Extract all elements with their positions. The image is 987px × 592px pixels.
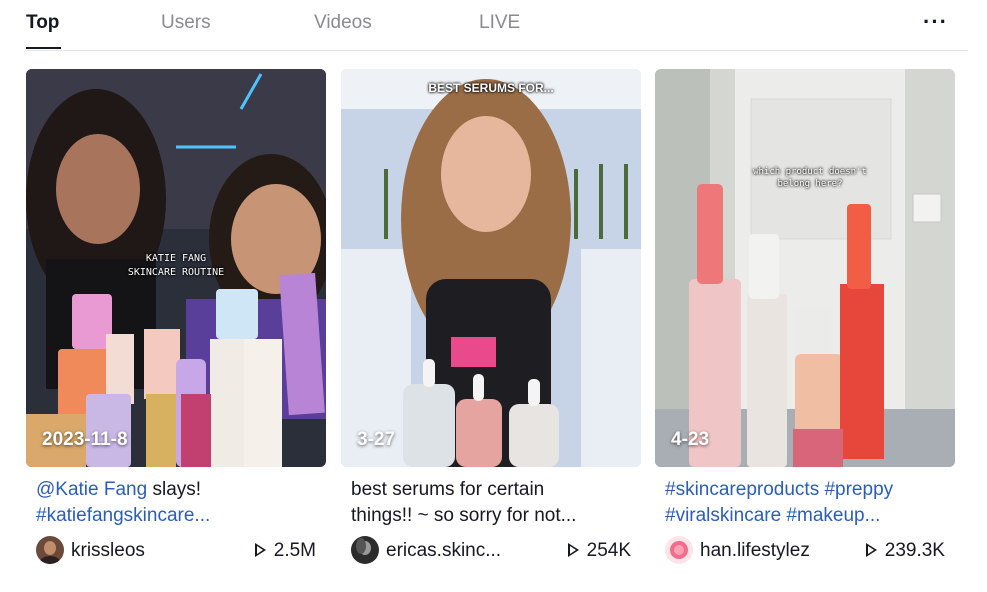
author-name[interactable]: krissleos — [71, 540, 145, 562]
video-meta: han.lifestylez 239.3K — [655, 533, 955, 567]
video-meta: krissleos 2.5M — [26, 533, 326, 567]
description-text: things!! ~ so sorry for not... — [351, 505, 577, 526]
video-meta: ericas.skinc... 254K — [341, 533, 641, 567]
tab-live[interactable]: LIVE — [479, 12, 520, 34]
author-name[interactable]: han.lifestylez — [700, 540, 810, 562]
video-date: 4-23 — [671, 429, 710, 450]
view-count: 2.5M — [254, 540, 316, 562]
view-count: 239.3K — [865, 540, 945, 562]
video-card: BEST SERUMS FOR... 3-27 best serums for … — [341, 69, 641, 567]
video-card: KATIE FANG SKINCARE ROUTINE 2023-11-8 @K… — [26, 69, 326, 567]
play-icon — [254, 543, 266, 557]
author-avatar[interactable] — [665, 536, 693, 564]
video-date: 3-27 — [357, 429, 396, 450]
author-avatar[interactable] — [351, 536, 379, 564]
view-count-value: 239.3K — [884, 540, 945, 561]
author-name[interactable]: ericas.skinc... — [386, 540, 501, 562]
video-description: #skincareproducts #preppy #viralskincare… — [655, 477, 955, 529]
author-avatar[interactable] — [36, 536, 64, 564]
mention-link[interactable]: @Katie Fang — [36, 479, 147, 500]
more-options-icon[interactable]: ··· — [923, 11, 948, 33]
description-text: best serums for certain — [351, 479, 545, 500]
video-overlay-text: KATIE FANG SKINCARE ROUTINE — [127, 253, 225, 278]
video-date: 2023-11-8 — [42, 429, 128, 450]
play-icon — [567, 543, 579, 557]
search-tabs: Top Users Videos LIVE ··· — [26, 0, 968, 51]
hashtag-link[interactable]: #katiefangskincare... — [36, 503, 326, 529]
view-count-value: 2.5M — [273, 540, 316, 561]
video-description: best serums for certain things!! ~ so so… — [341, 477, 641, 529]
hashtag-link[interactable]: #viralskincare #makeup... — [665, 503, 955, 529]
video-overlay-text: which product doesn't belong here? — [753, 167, 867, 189]
hashtag-link[interactable]: #skincareproducts #preppy — [665, 477, 955, 503]
video-description: @Katie Fang slays! #katiefangskincare... — [26, 477, 326, 529]
view-count: 254K — [567, 540, 631, 562]
tab-users[interactable]: Users — [161, 12, 211, 34]
video-thumbnail[interactable]: which product doesn't belong here? 4-23 — [655, 69, 955, 467]
play-icon — [865, 543, 877, 557]
active-tab-indicator — [26, 47, 61, 49]
video-thumbnail[interactable]: BEST SERUMS FOR... 3-27 — [341, 69, 641, 467]
video-overlay-text: BEST SERUMS FOR... — [428, 81, 554, 95]
thumbnail-image — [341, 69, 641, 467]
tab-top[interactable]: Top — [26, 12, 59, 34]
view-count-value: 254K — [586, 540, 631, 561]
thumbnail-image — [655, 69, 955, 467]
description-text: slays! — [147, 479, 202, 500]
video-card: which product doesn't belong here? 4-23 … — [655, 69, 955, 567]
video-thumbnail[interactable]: KATIE FANG SKINCARE ROUTINE 2023-11-8 — [26, 69, 326, 467]
tab-videos[interactable]: Videos — [314, 12, 372, 34]
